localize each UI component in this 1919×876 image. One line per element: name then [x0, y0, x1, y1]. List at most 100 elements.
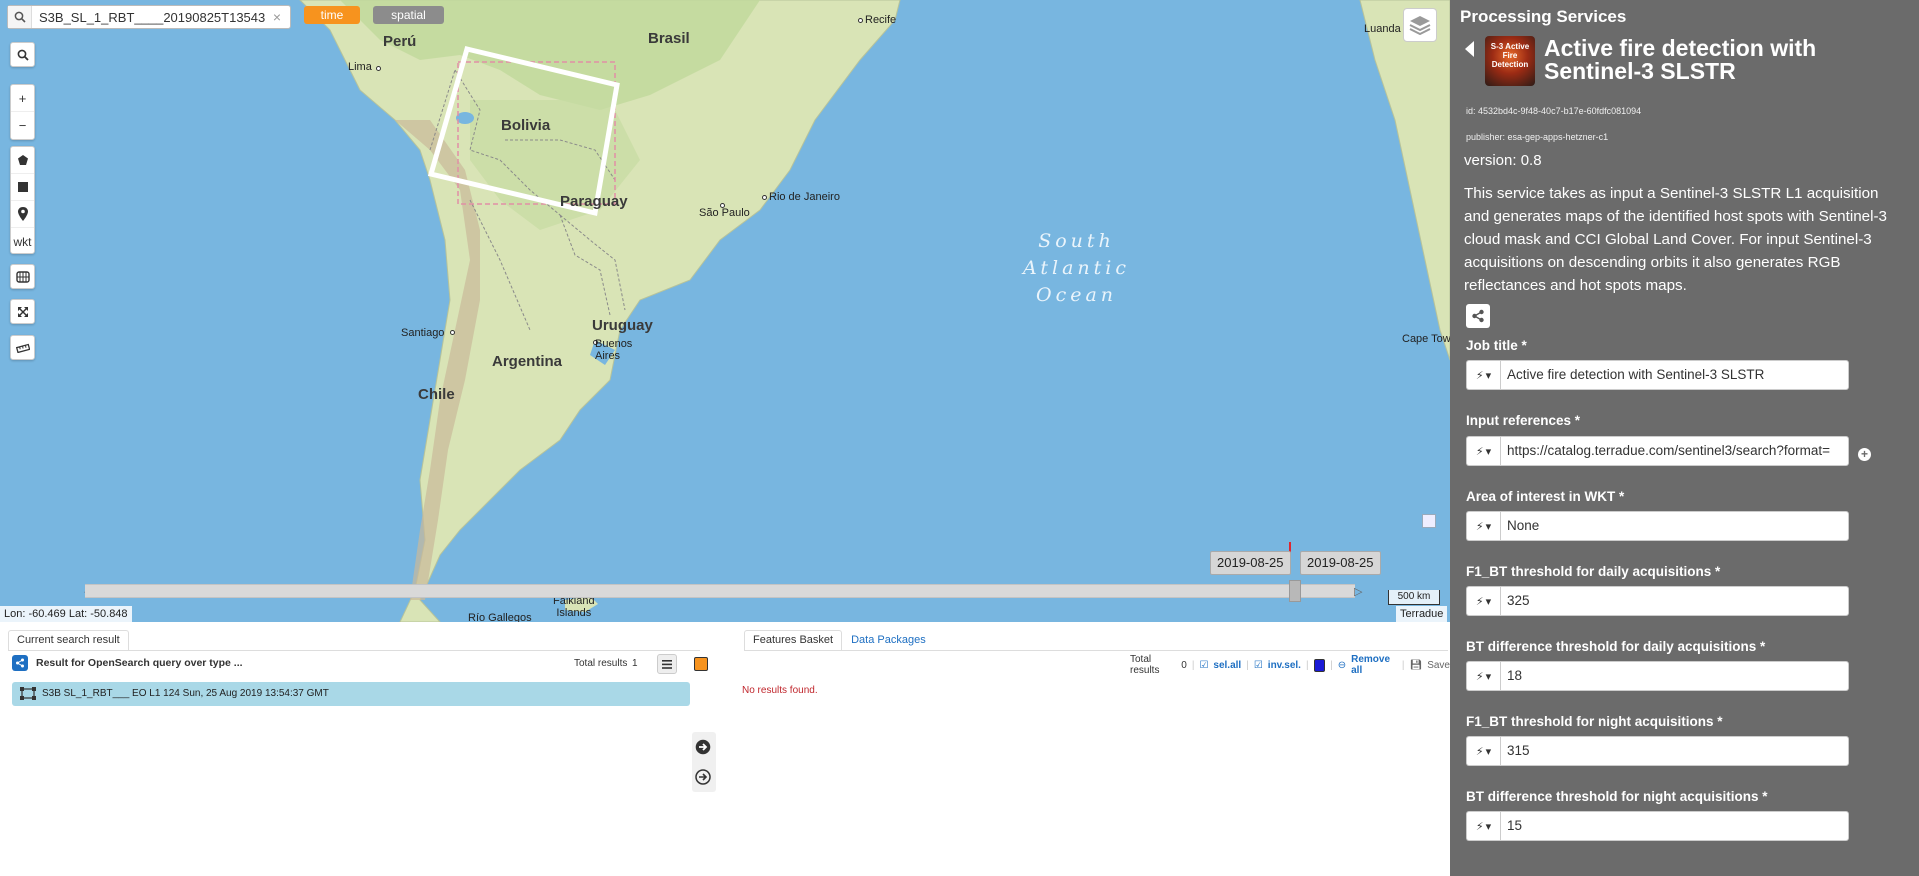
add-all-to-basket-icon[interactable]: [693, 767, 713, 787]
param-wand-button[interactable]: ⚡︎ ▾: [1466, 811, 1500, 841]
param-label-f1bt-night: F1_BT threshold for night acquisitions *: [1466, 714, 1723, 729]
caret-down-icon: ▾: [1485, 520, 1492, 533]
layers-icon: [1409, 16, 1431, 35]
save-icon: 💾︎: [1409, 659, 1423, 671]
ruler-icon: [15, 343, 30, 353]
rectangle-icon: [17, 182, 28, 192]
tab-data-packages[interactable]: Data Packages: [842, 630, 935, 650]
job-title-input[interactable]: Active fire detection with Sentinel-3 SL…: [1500, 360, 1849, 390]
list-icon: [662, 659, 672, 669]
search-icon[interactable]: [8, 6, 32, 28]
magnifier-icon: [17, 49, 29, 61]
map-label-ocean: South Atlantic Ocean: [1023, 230, 1131, 306]
timeline-handle[interactable]: [1289, 580, 1301, 602]
no-results-message: No results found.: [742, 685, 818, 696]
param-wand-button[interactable]: ⚡︎ ▾: [1466, 736, 1500, 766]
globe-grid-icon: [15, 270, 30, 283]
param-row-btdiff-night: ⚡︎ ▾ 15: [1466, 811, 1849, 841]
wkt-button[interactable]: wkt: [11, 228, 34, 255]
magic-wand-icon: ⚡︎: [1475, 820, 1484, 833]
remove-all-link[interactable]: Remove all: [1351, 654, 1397, 676]
timeline-date-start: 2019-08-25: [1210, 551, 1291, 575]
param-row-f1bt-daily: ⚡︎ ▾ 325: [1466, 586, 1849, 616]
param-wand-button[interactable]: ⚡︎ ▾: [1466, 661, 1500, 691]
select-all-link[interactable]: sel.all: [1213, 660, 1241, 671]
timeline-bar[interactable]: [85, 584, 1355, 598]
param-row-aoi-wkt: ⚡︎ ▾ None: [1466, 511, 1849, 541]
service-publisher: publisher: esa-gep-apps-hetzner-c1: [1466, 132, 1609, 142]
search-tool-button[interactable]: [10, 42, 35, 67]
param-wand-button[interactable]: ⚡︎ ▾: [1466, 586, 1500, 616]
input-references-input[interactable]: https://catalog.terradue.com/sentinel3/s…: [1500, 436, 1849, 466]
city-dot-lima: [376, 66, 381, 71]
cursor-coordinates: Lon: -60.469 Lat: -50.848: [0, 606, 132, 622]
map-label-paraguay: Paraguay: [560, 193, 628, 210]
basket-tabs: Features Basket Data Packages: [744, 630, 935, 650]
tab-features-basket[interactable]: Features Basket: [744, 630, 843, 650]
broken-image-icon: [1422, 514, 1436, 528]
map-view[interactable]: Perú Brasil Bolivia Paraguay Argentina U…: [0, 0, 1450, 622]
service-id: id: 4532bd4c-9f48-40c7-b17e-60fdfc081094: [1466, 106, 1642, 116]
search-input[interactable]: [32, 7, 268, 27]
param-label-aoi-wkt: Area of interest in WKT *: [1466, 489, 1625, 504]
layers-button[interactable]: [1403, 8, 1437, 42]
draw-polygon-button[interactable]: [11, 147, 34, 174]
param-label-btdiff-night: BT difference threshold for night acquis…: [1466, 789, 1768, 804]
magic-wand-icon: ⚡︎: [1475, 369, 1484, 382]
draw-point-button[interactable]: [11, 201, 34, 228]
back-arrow-icon[interactable]: [1465, 41, 1474, 57]
zoom-out-button[interactable]: −: [11, 112, 34, 139]
fullscreen-button[interactable]: [10, 299, 35, 324]
param-row-input-references: ⚡︎ ▾ https://catalog.terradue.com/sentine…: [1466, 436, 1849, 466]
service-logo: S-3 Active Fire Detection: [1485, 36, 1535, 86]
param-label-btdiff-daily: BT difference threshold for daily acquis…: [1466, 639, 1766, 654]
results-total-label: Total results: [574, 658, 628, 669]
f1bt-daily-input[interactable]: 325: [1500, 586, 1849, 616]
zoom-controls: + −: [10, 84, 35, 140]
measure-button[interactable]: [10, 335, 35, 360]
f1bt-night-input[interactable]: 315: [1500, 736, 1849, 766]
result-color-swatch[interactable]: [694, 657, 708, 671]
globe-tool-button[interactable]: [10, 264, 35, 289]
city-dot-santiago: [450, 330, 455, 335]
caret-down-icon: ▾: [1485, 745, 1492, 758]
checkbox-outline-icon: ☑: [1253, 659, 1263, 671]
caret-down-icon: ▾: [1485, 445, 1492, 458]
time-filter-pill[interactable]: time: [304, 6, 360, 24]
add-reference-icon[interactable]: +: [1858, 448, 1871, 461]
draw-rectangle-button[interactable]: [11, 174, 34, 201]
zoom-in-button[interactable]: +: [11, 85, 34, 112]
param-wand-button[interactable]: ⚡︎ ▾: [1466, 436, 1500, 466]
aoi-wkt-input[interactable]: None: [1500, 511, 1849, 541]
map-attribution[interactable]: Terradue: [1396, 606, 1448, 622]
invert-selection-link[interactable]: inv.sel.: [1268, 660, 1301, 671]
share-service-button[interactable]: [1466, 304, 1490, 328]
btdiff-daily-input[interactable]: 18: [1500, 661, 1849, 691]
service-description: This service takes as input a Sentinel-3…: [1464, 185, 1887, 294]
map-label-chile: Chile: [418, 386, 455, 403]
processing-services-panel: Processing Services S-3 Active Fire Dete…: [1456, 0, 1919, 876]
polygon-icon: [17, 155, 28, 165]
param-row-btdiff-daily: ⚡︎ ▾ 18: [1466, 661, 1849, 691]
clear-search-icon[interactable]: ×: [268, 9, 286, 25]
search-box: ×: [7, 5, 291, 29]
param-label-input-references: Input references *: [1466, 413, 1581, 428]
map-label-sao-paulo: São Paulo: [699, 207, 750, 219]
param-wand-button[interactable]: ⚡︎ ▾: [1466, 360, 1500, 390]
timeline-right-arrow-icon[interactable]: ▷: [1354, 585, 1362, 598]
param-row-job-title: ⚡︎ ▾ Active fire detection with Sentinel-…: [1466, 360, 1849, 390]
result-row[interactable]: S3B SL_1_RBT___ EO L1 124 Sun, 25 Aug 20…: [12, 682, 690, 706]
basket-color-swatch[interactable]: [1313, 658, 1326, 672]
btdiff-night-input[interactable]: 15: [1500, 811, 1849, 841]
param-wand-button[interactable]: ⚡︎ ▾: [1466, 511, 1500, 541]
share-icon[interactable]: [12, 655, 28, 671]
map-label-luanda: Luanda: [1364, 23, 1401, 35]
basemap: [0, 0, 1450, 622]
tab-current-search-result[interactable]: Current search result: [8, 630, 129, 650]
spatial-filter-pill[interactable]: spatial: [373, 6, 444, 24]
list-view-button[interactable]: [657, 654, 677, 674]
save-link[interactable]: Save: [1427, 660, 1450, 671]
add-to-basket-icon[interactable]: [693, 737, 713, 757]
basket-total-label: Total results: [1130, 654, 1160, 676]
map-label-falkland: Falkland Islands: [553, 595, 595, 619]
